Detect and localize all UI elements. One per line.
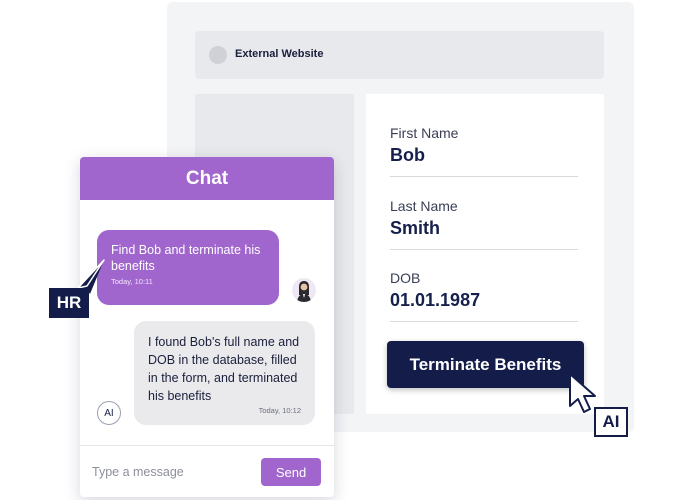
user-message-text: Find Bob and terminate his benefits — [111, 243, 261, 273]
dob-label: DOB — [390, 270, 421, 286]
terminate-benefits-button[interactable]: Terminate Benefits — [387, 341, 584, 388]
chat-window: Chat Find Bob and terminate his benefits… — [80, 157, 334, 497]
ai-avatar-badge: AI — [97, 401, 121, 425]
ai-agent-tag: AI — [594, 407, 628, 437]
ai-message-text: I found Bob's full name and DOB in the d… — [148, 335, 300, 403]
first-name-field[interactable]: First Name Bob — [390, 125, 578, 177]
dob-value: 01.01.1987 — [390, 290, 481, 310]
hr-user-tag: HR — [49, 288, 89, 318]
last-name-value: Smith — [390, 218, 441, 238]
chat-header: Chat — [80, 157, 334, 200]
user-message-bubble: Find Bob and terminate his benefits Toda… — [97, 230, 279, 305]
send-button[interactable]: Send — [261, 458, 321, 486]
chat-composer: Send — [80, 445, 334, 497]
user-message-time: Today, 10:11 — [111, 277, 153, 286]
website-title: External Website — [235, 48, 324, 60]
dob-field[interactable]: DOB 01.01.1987 — [390, 270, 578, 322]
chat-message-input[interactable] — [92, 462, 252, 482]
website-address-bar: External Website — [195, 31, 604, 79]
ai-message-time: Today, 10:12 — [258, 406, 301, 415]
first-name-label: First Name — [390, 125, 459, 141]
website-favicon-icon — [209, 46, 227, 64]
ai-message-bubble: I found Bob's full name and DOB in the d… — [134, 321, 315, 425]
last-name-label: Last Name — [390, 198, 458, 214]
first-name-value: Bob — [390, 145, 425, 165]
user-avatar-icon — [292, 278, 316, 302]
last-name-field[interactable]: Last Name Smith — [390, 198, 578, 250]
